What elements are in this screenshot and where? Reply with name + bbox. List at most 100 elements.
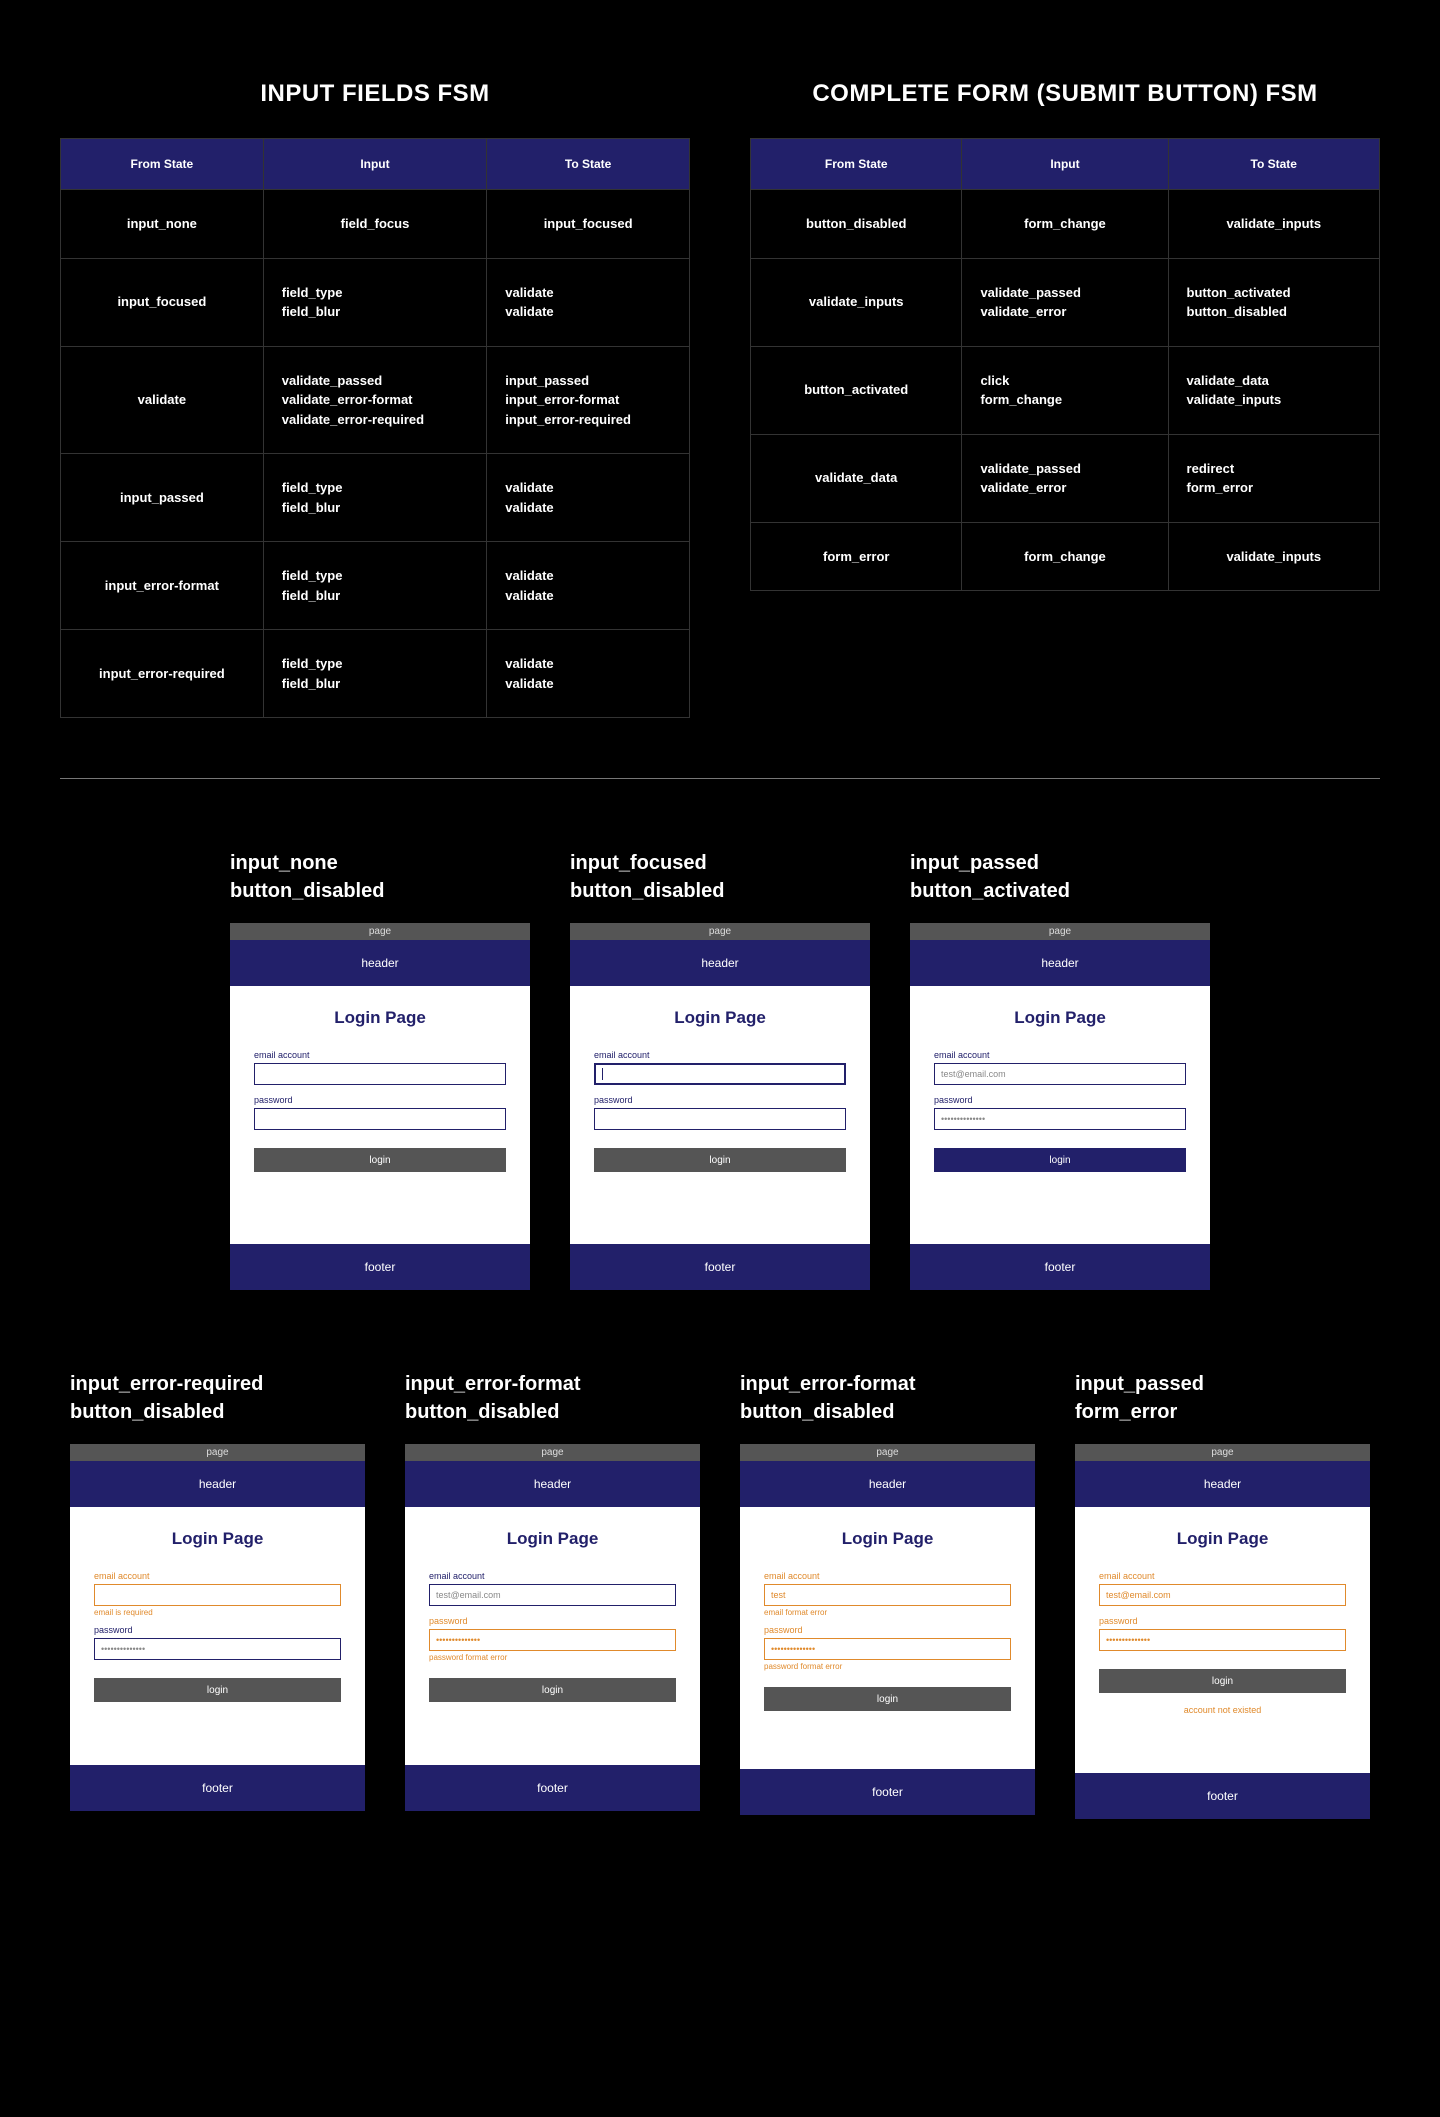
table-cell: input_passedinput_error-formatinput_erro… — [487, 346, 690, 454]
table-cell: input_focused — [487, 190, 690, 259]
email-input[interactable]: test — [764, 1584, 1011, 1606]
mockup-column: input_passedbutton_activatedpageheaderLo… — [910, 849, 1210, 1290]
password-input[interactable]: •••••••••••••• — [429, 1629, 676, 1651]
login-button[interactable]: login — [254, 1148, 506, 1172]
login-button[interactable]: login — [94, 1678, 341, 1702]
footer-bar: footer — [740, 1769, 1035, 1815]
password-input[interactable] — [254, 1108, 506, 1130]
header-bar: header — [230, 940, 530, 986]
email-input[interactable]: test@email.com — [429, 1584, 676, 1606]
header-bar: header — [570, 940, 870, 986]
table-cell: validatevalidate — [487, 454, 690, 542]
table-row: input_nonefield_focusinput_focused — [61, 190, 690, 259]
table-cell: input_error-required — [61, 630, 264, 718]
login-button[interactable]: login — [934, 1148, 1186, 1172]
password-input[interactable]: •••••••••••••• — [94, 1638, 341, 1660]
email-label: email account — [429, 1571, 676, 1581]
table-cell: validate_inputs — [1168, 522, 1379, 591]
login-page-mockup: pageheaderLogin Pageemail accounttest@em… — [1075, 1444, 1370, 1819]
table-cell: button_activatedbutton_disabled — [1168, 258, 1379, 346]
input-fields-table: From State Input To State input_nonefiel… — [60, 138, 690, 718]
email-input[interactable] — [594, 1063, 846, 1085]
mockup-state-labels: input_error-formatbutton_disabled — [405, 1370, 700, 1426]
table-row: input_passedfield_typefield_blurvalidate… — [61, 454, 690, 542]
password-input[interactable]: •••••••••••••• — [934, 1108, 1186, 1130]
gap — [1075, 1745, 1370, 1773]
login-button[interactable]: login — [1099, 1669, 1346, 1693]
footer-bar: footer — [1075, 1773, 1370, 1819]
page-bar: page — [910, 923, 1210, 940]
footer-bar: footer — [570, 1244, 870, 1290]
col-input: Input — [962, 139, 1168, 190]
mockup-column: input_focusedbutton_disabledpageheaderLo… — [570, 849, 870, 1290]
table-row: validate_inputsvalidate_passedvalidate_e… — [751, 258, 1380, 346]
table-cell: input_none — [61, 190, 264, 259]
form-title: Login Page — [934, 1008, 1186, 1028]
password-label: password — [594, 1095, 846, 1105]
col-to: To State — [487, 139, 690, 190]
form-error-msg: account not existed — [1099, 1705, 1346, 1715]
mockup-column: input_error-formatbutton_disabledpagehea… — [405, 1370, 700, 1819]
table-cell: validate_datavalidate_inputs — [1168, 346, 1379, 434]
table-cell: field_typefield_blur — [263, 630, 487, 718]
email-label: email account — [94, 1571, 341, 1581]
mockup-column: input_error-requiredbutton_disabledpageh… — [70, 1370, 365, 1819]
submit-button-title: COMPLETE FORM (SUBMIT BUTTON) FSM — [750, 80, 1380, 108]
gap — [570, 1216, 870, 1244]
gap — [910, 1216, 1210, 1244]
form-title: Login Page — [254, 1008, 506, 1028]
col-input: Input — [263, 139, 487, 190]
password-input[interactable]: •••••••••••••• — [1099, 1629, 1346, 1651]
password-label: password — [94, 1625, 341, 1635]
table-row: button_activatedclickform_changevalidate… — [751, 346, 1380, 434]
password-label: password — [1099, 1616, 1346, 1626]
password-error-msg: password format error — [429, 1653, 676, 1662]
form-body: Login Pageemail accountpasswordlogin — [570, 986, 870, 1216]
table-cell: clickform_change — [962, 346, 1168, 434]
table-cell: form_error — [751, 522, 962, 591]
password-label: password — [934, 1095, 1186, 1105]
form-body: Login Pageemail accountpasswordlogin — [230, 986, 530, 1216]
footer-bar: footer — [405, 1765, 700, 1811]
mockup-column: input_error-formatbutton_disabledpagehea… — [740, 1370, 1035, 1819]
email-error-msg: email is required — [94, 1608, 341, 1617]
page-bar: page — [570, 923, 870, 940]
login-button[interactable]: login — [594, 1148, 846, 1172]
password-input[interactable] — [594, 1108, 846, 1130]
table-cell: form_change — [962, 522, 1168, 591]
table-cell: form_change — [962, 190, 1168, 259]
login-button[interactable]: login — [429, 1678, 676, 1702]
header-bar: header — [1075, 1461, 1370, 1507]
page-bar: page — [70, 1444, 365, 1461]
footer-bar: footer — [910, 1244, 1210, 1290]
mockups-row-2: input_error-requiredbutton_disabledpageh… — [60, 1370, 1380, 1819]
password-label: password — [764, 1625, 1011, 1635]
email-input[interactable] — [94, 1584, 341, 1606]
form-body: Login Pageemail accounttest@email.compas… — [1075, 1507, 1370, 1745]
email-input[interactable]: test@email.com — [934, 1063, 1186, 1085]
password-input[interactable]: •••••••••••••• — [764, 1638, 1011, 1660]
table-cell: validate_passedvalidate_error-formatvali… — [263, 346, 487, 454]
section-divider — [60, 778, 1380, 779]
password-label: password — [254, 1095, 506, 1105]
submit-button-table: From State Input To State button_disable… — [750, 138, 1380, 591]
table-cell: validate — [61, 346, 264, 454]
mockups-row-1: input_nonebutton_disabledpageheaderLogin… — [60, 849, 1380, 1290]
input-fields-title: INPUT FIELDS FSM — [60, 80, 690, 108]
table-cell: validate_inputs — [1168, 190, 1379, 259]
login-page-mockup: pageheaderLogin Pageemail accounttest@em… — [405, 1444, 700, 1811]
footer-bar: footer — [70, 1765, 365, 1811]
table-cell: field_typefield_blur — [263, 258, 487, 346]
gap — [70, 1737, 365, 1765]
password-error-msg: password format error — [764, 1662, 1011, 1671]
form-title: Login Page — [764, 1529, 1011, 1549]
mockup-state-labels: input_nonebutton_disabled — [230, 849, 530, 905]
table-cell: field_focus — [263, 190, 487, 259]
table-cell: validate_inputs — [751, 258, 962, 346]
login-button[interactable]: login — [764, 1687, 1011, 1711]
password-label: password — [429, 1616, 676, 1626]
email-input[interactable] — [254, 1063, 506, 1085]
header-bar: header — [70, 1461, 365, 1507]
email-input[interactable]: test@email.com — [1099, 1584, 1346, 1606]
table-cell: validatevalidate — [487, 258, 690, 346]
